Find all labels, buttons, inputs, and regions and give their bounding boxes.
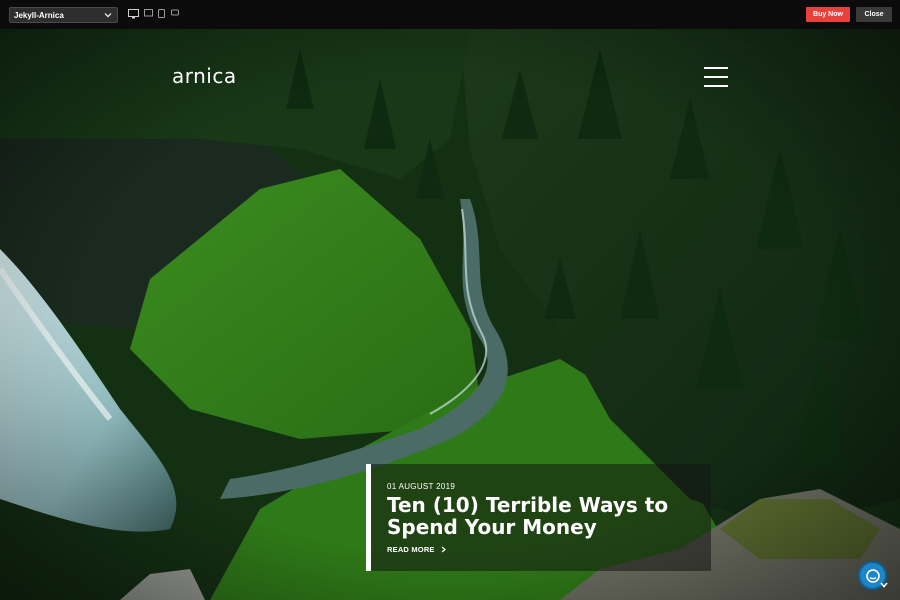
mobile-icon[interactable] bbox=[171, 9, 179, 16]
site-logo[interactable]: arnica bbox=[172, 64, 237, 88]
buy-now-button[interactable]: Buy Now bbox=[806, 7, 850, 22]
theme-select-value: Jekyll-Arnica bbox=[14, 10, 64, 20]
chevron-right-icon bbox=[441, 546, 446, 553]
featured-post-card: 01 AUGUST 2019 Ten (10) Terrible Ways to… bbox=[366, 464, 711, 571]
hamburger-menu-icon[interactable] bbox=[704, 67, 728, 87]
post-date: 01 AUGUST 2019 bbox=[387, 482, 456, 491]
post-title[interactable]: Ten (10) Terrible Ways to Spend Your Mon… bbox=[387, 494, 702, 538]
tablet-icon[interactable] bbox=[158, 9, 165, 18]
preview-toolbar: Jekyll-Arnica Buy Now Close bbox=[0, 0, 900, 29]
chat-bubble-icon bbox=[865, 568, 880, 583]
read-more-link[interactable]: READ MORE bbox=[387, 545, 446, 554]
laptop-icon[interactable] bbox=[144, 9, 153, 17]
accent-bar bbox=[366, 464, 371, 571]
desktop-icon[interactable] bbox=[128, 9, 139, 19]
chevron-down-icon bbox=[104, 13, 112, 18]
chevron-down-icon[interactable] bbox=[880, 582, 888, 588]
hero-section: arnica 01 AUGUST 2019 Ten (10) Terrible … bbox=[0, 29, 900, 600]
close-button[interactable]: Close bbox=[856, 7, 892, 22]
theme-select[interactable]: Jekyll-Arnica bbox=[9, 7, 118, 23]
read-more-label: READ MORE bbox=[387, 545, 435, 554]
